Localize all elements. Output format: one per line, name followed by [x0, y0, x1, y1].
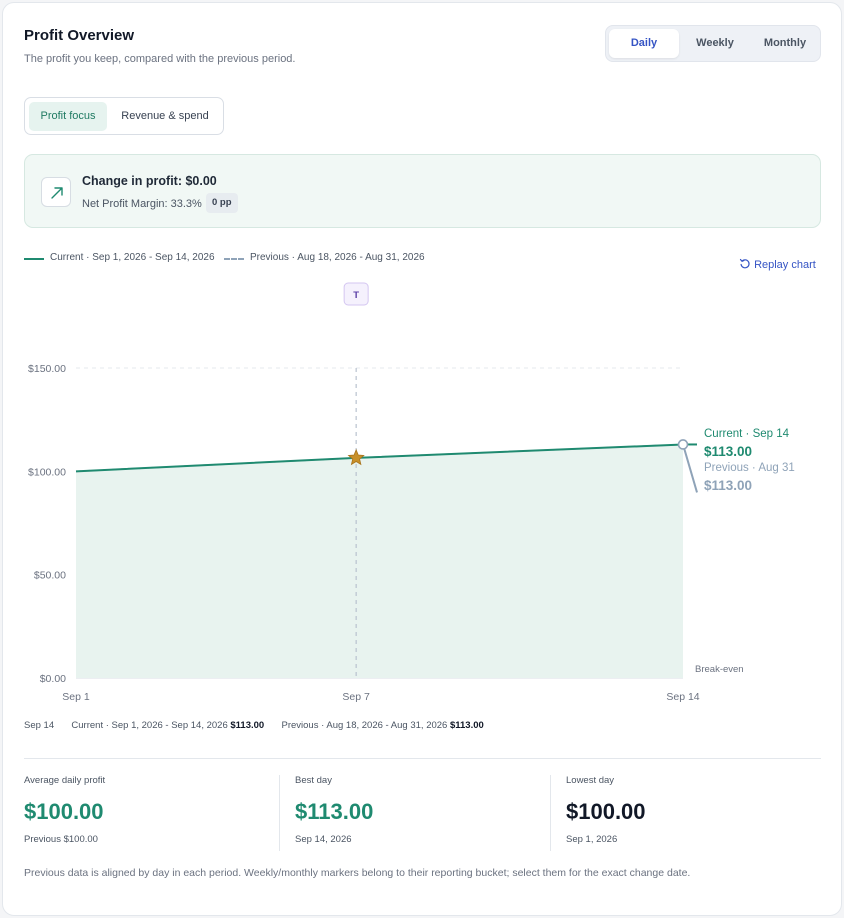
hover-current-label: Current · Sep 1, 2026 - Sep 14, 2026 [71, 720, 228, 731]
period-weekly-button[interactable]: Weekly [680, 29, 750, 58]
previous-end-point [677, 439, 689, 450]
period-daily-button[interactable]: Daily [609, 29, 679, 58]
change-summary-panel: Change in profit: $0.00 Net Profit Margi… [24, 154, 821, 228]
previous-end-connector [682, 444, 698, 493]
stat-average-daily-profit: Average daily profit $100.00 Previous $1… [24, 775, 284, 851]
hover-date: Sep 14 [24, 720, 55, 731]
y-tick-label: $50.00 [34, 570, 66, 582]
replay-chart-button[interactable]: Replay chart [739, 258, 816, 271]
stat-label: Best day [295, 775, 332, 786]
period-monthly-button[interactable]: Monthly [750, 29, 820, 58]
change-in-profit: Change in profit: $0.00 [82, 174, 217, 188]
page-title: Profit Overview [24, 27, 135, 44]
legend-label-previous: Previous · Aug 18, 2026 - Aug 31, 2026 [250, 252, 425, 263]
x-tick-label: Sep 14 [666, 691, 699, 703]
end-value-previous: $113.00 [704, 478, 752, 493]
replay-chart-label: Replay chart [754, 259, 816, 271]
stat-note: Sep 14, 2026 [295, 834, 352, 845]
hover-previous-label: Previous · Aug 18, 2026 - Aug 31, 2026 [281, 720, 448, 731]
hover-previous-value: $113.00 [449, 720, 484, 731]
revenue-spend-button[interactable]: Revenue & spend [111, 102, 219, 131]
break-even-label: Break-even [695, 664, 744, 675]
period-toggle: Daily Weekly Monthly [605, 25, 821, 62]
stat-label: Lowest day [566, 775, 615, 786]
margin-change-badge: 0 pp [206, 193, 238, 213]
legend-swatch-current [24, 258, 44, 260]
stat-note: Sep 1, 2026 [566, 834, 618, 845]
x-tick-label: Sep 7 [342, 691, 370, 703]
stat-divider [550, 775, 551, 851]
stat-best-day: Best day $113.00 Sep 14, 2026 [295, 775, 555, 851]
hover-summary: Sep 14 Current · Sep 1, 2026 - Sep 14, 2… [24, 720, 484, 731]
hover-current-value: $113.00 [230, 720, 265, 731]
y-tick-label: $0.00 [40, 673, 66, 685]
stat-label: Average daily profit [24, 775, 106, 786]
stat-divider [279, 775, 280, 851]
profit-overview-card: Profit Overview The profit you keep, com… [2, 2, 842, 916]
page-subtitle: The profit you keep, compared with the p… [24, 53, 296, 65]
marker-badge-label: T [353, 290, 359, 301]
stat-note: Previous $100.00 [24, 834, 98, 845]
stat-value: $100.00 [24, 799, 104, 824]
replay-icon [739, 258, 750, 269]
current-area [76, 444, 683, 678]
profit-chart: $0.00 $50.00 $100.00 $150.00 T Current · Sep … [28, 282, 795, 703]
net-profit-margin: Net Profit Margin: 33.3% [82, 198, 202, 210]
stat-lowest-day: Lowest day $100.00 Sep 1, 2026 [566, 775, 826, 851]
y-tick-label: $100.00 [28, 466, 66, 478]
x-tick-label: Sep 1 [62, 691, 90, 703]
legend-swatch-previous [224, 258, 244, 260]
profit-focus-button[interactable]: Profit focus [29, 102, 107, 131]
footnote: Previous data is aligned by day in each … [24, 867, 691, 879]
end-label-previous: Previous · Aug 31 [704, 462, 795, 474]
legend-label-current: Current · Sep 1, 2026 - Sep 14, 2026 [50, 252, 215, 263]
stat-value: $113.00 [295, 799, 374, 824]
focus-toggle: Profit focus Revenue & spend [24, 97, 224, 135]
y-tick-label: $150.00 [28, 363, 66, 375]
trend-up-icon [41, 177, 71, 207]
section-divider [24, 758, 821, 759]
stat-value: $100.00 [566, 799, 646, 824]
end-value-current: $113.00 [704, 444, 752, 459]
end-label-current: Current · Sep 14 [704, 428, 790, 440]
